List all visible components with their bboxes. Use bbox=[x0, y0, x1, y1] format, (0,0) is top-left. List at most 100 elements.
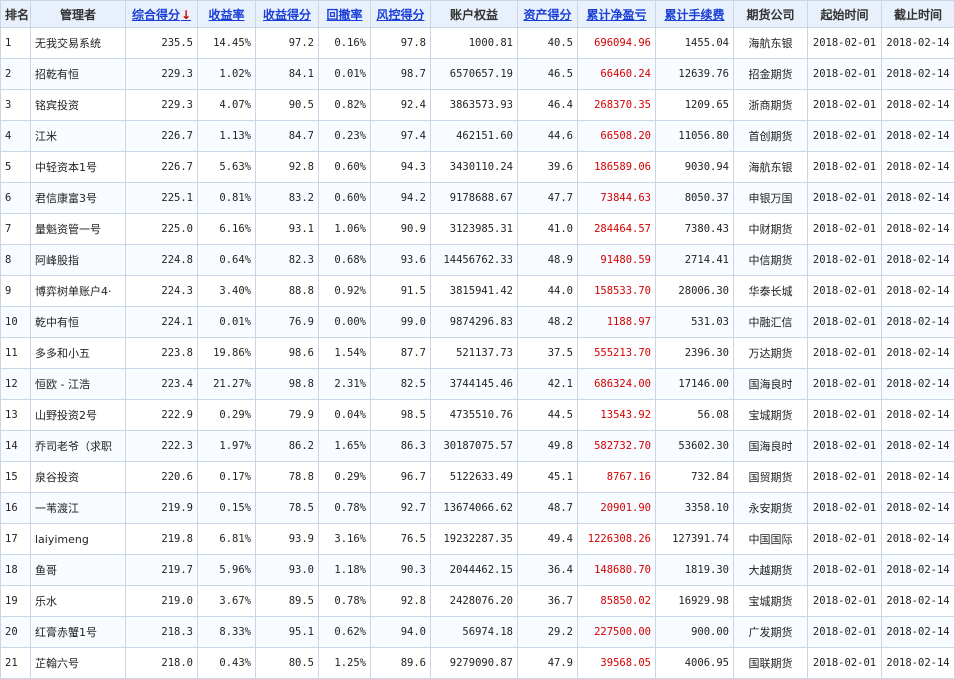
table-row: 12恒欧 - 江浩223.421.27%98.82.31%82.53744145… bbox=[1, 369, 954, 400]
equity-cell: 5122633.49 bbox=[431, 462, 518, 493]
return-rate-cell: 0.01% bbox=[198, 307, 256, 338]
asset-score-cell: 42.1 bbox=[518, 369, 578, 400]
end-time-cell: 2018-02-14 bbox=[882, 214, 954, 245]
return-score-cell: 98.6 bbox=[256, 338, 319, 369]
manager-name-link[interactable]: 君信康富3号 bbox=[31, 183, 126, 214]
asset-score-cell: 36.7 bbox=[518, 586, 578, 617]
table-row: 18鱼哥219.75.96%93.01.18%90.32044462.1536.… bbox=[1, 555, 954, 586]
fees-cell: 8050.37 bbox=[656, 183, 734, 214]
return-score-cell: 93.9 bbox=[256, 524, 319, 555]
end-time-cell: 2018-02-14 bbox=[882, 648, 954, 679]
manager-name-link[interactable]: 红膏赤蟹1号 bbox=[31, 617, 126, 648]
asset-score-cell: 44.0 bbox=[518, 276, 578, 307]
manager-name-link[interactable]: 乐水 bbox=[31, 586, 126, 617]
rank-header-label: 排名 bbox=[5, 8, 29, 22]
end-time-cell: 2018-02-14 bbox=[882, 493, 954, 524]
table-row: 20红膏赤蟹1号218.38.33%95.10.62%94.056974.182… bbox=[1, 617, 954, 648]
composite-score-cell: 226.7 bbox=[126, 121, 198, 152]
score-header[interactable]: 综合得分↓ bbox=[126, 1, 198, 28]
fees-cell: 16929.98 bbox=[656, 586, 734, 617]
equity-cell: 56974.18 bbox=[431, 617, 518, 648]
net-pnl-cell: 1188.97 bbox=[578, 307, 656, 338]
drawdown-cell: 0.60% bbox=[319, 183, 371, 214]
net-pnl-cell: 284464.57 bbox=[578, 214, 656, 245]
asset-score-cell: 48.2 bbox=[518, 307, 578, 338]
return-rate-cell: 5.96% bbox=[198, 555, 256, 586]
net-pnl-header[interactable]: 累计净盈亏 bbox=[578, 1, 656, 28]
risk-score-cell: 76.5 bbox=[371, 524, 431, 555]
return-rate-header[interactable]: 收益率 bbox=[198, 1, 256, 28]
net-pnl-cell: 39568.05 bbox=[578, 648, 656, 679]
asset-score-header[interactable]: 资产得分 bbox=[518, 1, 578, 28]
risk-score-header[interactable]: 风控得分 bbox=[371, 1, 431, 28]
composite-score-cell: 219.9 bbox=[126, 493, 198, 524]
broker-header-label: 期货公司 bbox=[746, 8, 794, 22]
risk-score-cell: 94.3 bbox=[371, 152, 431, 183]
return-rate-cell: 19.86% bbox=[198, 338, 256, 369]
manager-name-link[interactable]: 中轻资本1号 bbox=[31, 152, 126, 183]
rank-cell: 2 bbox=[1, 59, 31, 90]
drawdown-header-label: 回撤率 bbox=[326, 8, 362, 22]
risk-score-cell: 92.4 bbox=[371, 90, 431, 121]
return-rate-cell: 14.45% bbox=[198, 28, 256, 59]
risk-score-cell: 97.8 bbox=[371, 28, 431, 59]
manager-name-link[interactable]: 乔司老爷（求职 bbox=[31, 431, 126, 462]
manager-name-link[interactable]: 博弈树单账户4· bbox=[31, 276, 126, 307]
table-row: 6君信康富3号225.10.81%83.20.60%94.29178688.67… bbox=[1, 183, 954, 214]
end-time-cell: 2018-02-14 bbox=[882, 586, 954, 617]
drawdown-header[interactable]: 回撤率 bbox=[319, 1, 371, 28]
return-score-header[interactable]: 收益得分 bbox=[256, 1, 319, 28]
manager-name-link[interactable]: 乾中有恒 bbox=[31, 307, 126, 338]
start-time-header-label: 起始时间 bbox=[820, 8, 868, 22]
drawdown-cell: 2.31% bbox=[319, 369, 371, 400]
manager-name-link[interactable]: 恒欧 - 江浩 bbox=[31, 369, 126, 400]
manager-name-link[interactable]: 量魁资管一号 bbox=[31, 214, 126, 245]
table-row: 21芷翰六号218.00.43%80.51.25%89.69279090.874… bbox=[1, 648, 954, 679]
asset-score-cell: 47.9 bbox=[518, 648, 578, 679]
broker-cell: 国贸期货 bbox=[734, 462, 808, 493]
return-score-cell: 95.1 bbox=[256, 617, 319, 648]
rank-cell: 8 bbox=[1, 245, 31, 276]
risk-score-cell: 92.7 bbox=[371, 493, 431, 524]
end-time-cell: 2018-02-14 bbox=[882, 369, 954, 400]
start-time-cell: 2018-02-01 bbox=[808, 214, 882, 245]
composite-score-cell: 223.4 bbox=[126, 369, 198, 400]
start-time-cell: 2018-02-01 bbox=[808, 555, 882, 586]
rank-cell: 5 bbox=[1, 152, 31, 183]
fees-header[interactable]: 累计手续费 bbox=[656, 1, 734, 28]
start-time-cell: 2018-02-01 bbox=[808, 369, 882, 400]
broker-cell: 大越期货 bbox=[734, 555, 808, 586]
equity-cell: 2428076.20 bbox=[431, 586, 518, 617]
table-row: 15泉谷投资220.60.17%78.80.29%96.75122633.494… bbox=[1, 462, 954, 493]
return-rate-cell: 3.40% bbox=[198, 276, 256, 307]
equity-cell: 3744145.46 bbox=[431, 369, 518, 400]
risk-score-cell: 94.0 bbox=[371, 617, 431, 648]
manager-name-link[interactable]: 一苇渡江 bbox=[31, 493, 126, 524]
asset-score-cell: 44.6 bbox=[518, 121, 578, 152]
fees-cell: 2714.41 bbox=[656, 245, 734, 276]
manager-name-link[interactable]: 铭宾投资 bbox=[31, 90, 126, 121]
asset-score-cell: 45.1 bbox=[518, 462, 578, 493]
manager-name-link[interactable]: 阿峰股指 bbox=[31, 245, 126, 276]
net-pnl-cell: 686324.00 bbox=[578, 369, 656, 400]
return-score-cell: 84.1 bbox=[256, 59, 319, 90]
score-header-label: 综合得分 bbox=[132, 8, 180, 22]
manager-name-link[interactable]: laiyimeng bbox=[31, 524, 126, 555]
manager-name-link[interactable]: 招乾有恒 bbox=[31, 59, 126, 90]
broker-cell: 海航东银 bbox=[734, 152, 808, 183]
manager-name-link[interactable]: 山野投资2号 bbox=[31, 400, 126, 431]
composite-score-cell: 225.1 bbox=[126, 183, 198, 214]
manager-name-link[interactable]: 鱼哥 bbox=[31, 555, 126, 586]
manager-name-link[interactable]: 芷翰六号 bbox=[31, 648, 126, 679]
asset-score-cell: 37.5 bbox=[518, 338, 578, 369]
equity-cell: 521137.73 bbox=[431, 338, 518, 369]
manager-name-link[interactable]: 无我交易系统 bbox=[31, 28, 126, 59]
fees-cell: 28006.30 bbox=[656, 276, 734, 307]
drawdown-cell: 1.54% bbox=[319, 338, 371, 369]
return-score-cell: 82.3 bbox=[256, 245, 319, 276]
manager-name-link[interactable]: 江米 bbox=[31, 121, 126, 152]
composite-score-cell: 222.3 bbox=[126, 431, 198, 462]
manager-name-link[interactable]: 多多和小五 bbox=[31, 338, 126, 369]
return-rate-cell: 1.97% bbox=[198, 431, 256, 462]
manager-name-link[interactable]: 泉谷投资 bbox=[31, 462, 126, 493]
